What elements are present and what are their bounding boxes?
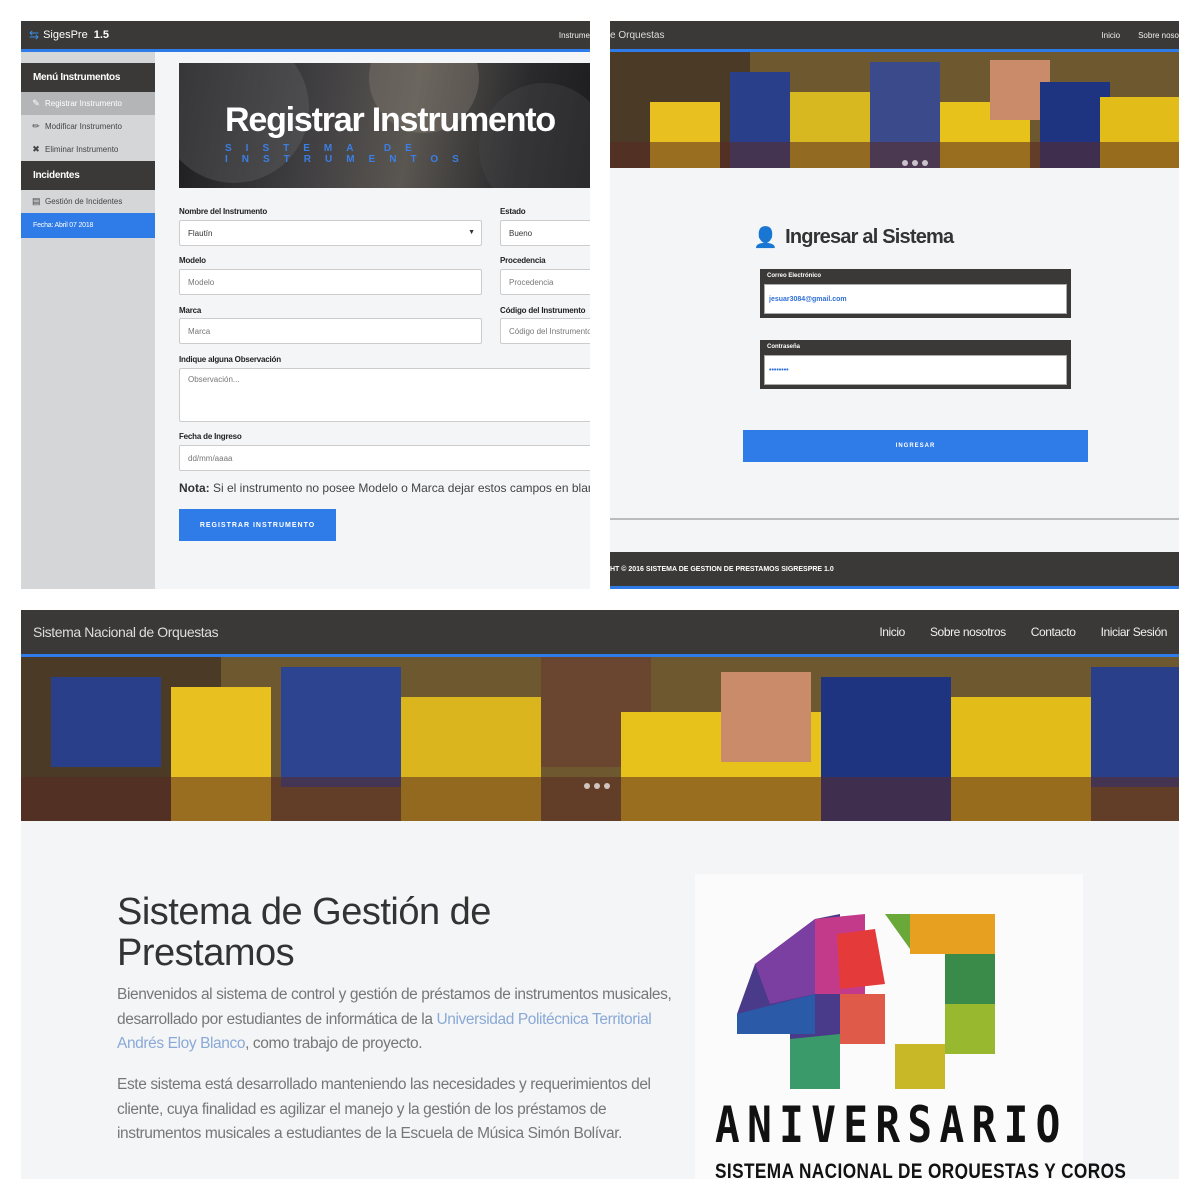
edit-icon: ✎	[32, 98, 40, 108]
x-icon: ✖	[32, 144, 40, 154]
brand-version: 1.5	[93, 29, 109, 41]
login-title-text: Ingresar al Sistema	[785, 226, 954, 248]
brand-name: SigesPre	[43, 29, 88, 41]
state-value: Bueno	[509, 228, 533, 238]
intro-text-b: , como trabajo de proyecto.	[245, 1035, 423, 1052]
state-input[interactable]: Bueno	[500, 220, 590, 246]
sidebar-item-label: Eliminar Instrumento	[45, 145, 119, 154]
carousel-indicators[interactable]	[902, 160, 928, 166]
nav-link-contacto[interactable]: Contacto	[1031, 625, 1076, 639]
aniversario-label: ANIVERSARIO	[715, 1096, 1068, 1154]
caret-down-icon: ▼	[468, 229, 475, 236]
footer: HT © 2016 SISTEMA DE GESTION DE PRESTAMO…	[610, 552, 1179, 589]
password-group: Contraseña ••••••••	[760, 340, 1071, 389]
nav-link-inicio[interactable]: Inicio	[879, 625, 905, 639]
model-input[interactable]: Modelo	[179, 269, 482, 295]
sidebar-item-eliminar[interactable]: ✖ Eliminar Instrumento	[21, 138, 155, 161]
origin-label: Procedencia	[500, 256, 546, 265]
brand[interactable]: e Orquestas	[610, 21, 664, 49]
brand[interactable]: Sistema Nacional de Orquestas	[33, 610, 219, 654]
email-field[interactable]: jesuar3084@gmail.com	[764, 284, 1067, 314]
nav-link-inicio[interactable]: Inicio	[1101, 31, 1120, 40]
user-icon: 👤	[753, 227, 778, 249]
intro-paragraph: Bienvenidos al sistema de control y gest…	[117, 983, 677, 1057]
orchestra-photo	[610, 52, 1179, 168]
note-text: Si el instrumento no posee Modelo o Marc…	[209, 481, 590, 495]
password-label: Contraseña	[767, 344, 801, 350]
sidebar-item-label: Modificar Instrumento	[45, 122, 122, 131]
origin-input[interactable]: Procedencia	[500, 269, 590, 295]
sidebar-item-modificar[interactable]: ✏ Modificar Instrumento	[21, 115, 155, 138]
top-navbar: ⇆ SigesPre 1.5 Instrume	[21, 21, 590, 52]
home-screen: Sistema Nacional de Orquestas Inicio Sob…	[21, 610, 1179, 1179]
email-label: Correo Electrónico	[767, 273, 822, 279]
sidebar-item-label: Registrar Instrumento	[45, 99, 122, 108]
observation-label: Indique alguna Observación	[179, 355, 281, 364]
page-title: Sistema de Gestión de Prestamos	[117, 891, 491, 974]
orchestra-photo	[21, 657, 1179, 821]
date-label: Fecha de Ingreso	[179, 432, 242, 441]
pencil-icon: ✏	[32, 121, 40, 131]
password-field[interactable]: ••••••••	[764, 355, 1067, 385]
observation-placeholder: Observación...	[188, 375, 240, 384]
divider	[610, 518, 1179, 520]
code-label: Código del Instrumento	[500, 306, 586, 315]
sidebar: Menú Instrumentos ✎ Registrar Instrument…	[21, 52, 155, 589]
name-label: Nombre del Instrumento	[179, 207, 268, 216]
brand-input[interactable]: Marca	[179, 318, 482, 344]
login-button[interactable]: INGRESAR	[743, 430, 1088, 462]
origin-placeholder: Procedencia	[509, 277, 554, 287]
code-placeholder: Código del Instrumento	[509, 326, 590, 336]
date-placeholder: dd/mm/aaaa	[188, 453, 233, 463]
nav-link-iniciar-sesion[interactable]: Iniciar Sesión	[1101, 625, 1168, 639]
login-screen: e Orquestas Inicio Sobre noso 👤 Ingresar…	[610, 21, 1179, 589]
register-button[interactable]: REGISTRAR INSTRUMENTO	[179, 509, 336, 541]
date-badge: Fecha: Abril 07 2018	[21, 213, 155, 238]
brand-placeholder: Marca	[188, 326, 211, 336]
model-label: Modelo	[179, 256, 206, 265]
hero-subtitle: SISTEMA DE INSTRUMENTOS	[225, 143, 473, 165]
brand-label: Marca	[179, 306, 202, 315]
state-label: Estado	[500, 207, 526, 216]
top-navbar: e Orquestas Inicio Sobre noso	[610, 21, 1179, 52]
orchestra-banner	[610, 52, 1179, 168]
sidebar-item-label: Gestión de Incidentes	[45, 197, 123, 206]
brand[interactable]: ⇆ SigesPre 1.5	[29, 21, 109, 49]
list-icon: ▤	[32, 196, 41, 206]
select-value: Flautín	[188, 228, 213, 238]
nav-link-instrumentos[interactable]: Instrume	[559, 31, 590, 40]
note-prefix: Nota:	[179, 481, 210, 495]
top-navbar: Sistema Nacional de Orquestas Inicio Sob…	[21, 610, 1179, 657]
logo-subtitle: SISTEMA NACIONAL DE ORQUESTAS Y COROS	[715, 1160, 1127, 1179]
nav-link-sobre-nosotros[interactable]: Sobre nosotros	[930, 625, 1006, 639]
transfer-icon: ⇆	[29, 28, 40, 42]
description-paragraph: Este sistema está desarrollado mantenien…	[117, 1076, 651, 1142]
incidents-header: Incidentes	[21, 161, 155, 190]
sidebar-item-registrar[interactable]: ✎ Registrar Instrumento	[21, 92, 155, 115]
anniversary-logo: ANIVERSARIO SISTEMA NACIONAL DE ORQUESTA…	[695, 874, 1126, 1179]
hero-title: Registrar Instrumento	[225, 101, 556, 139]
menu-header: Menú Instrumentos	[21, 63, 155, 92]
observation-textarea[interactable]: Observación...	[179, 368, 590, 422]
form-note: Nota: Si el instrumento no posee Modelo …	[179, 481, 590, 495]
carousel-indicators[interactable]	[584, 783, 610, 789]
number-41-graphic	[737, 914, 995, 1089]
model-placeholder: Modelo	[188, 277, 215, 287]
orchestra-banner	[21, 657, 1179, 821]
code-input[interactable]: Código del Instrumento	[500, 318, 590, 344]
register-instrument-screen: ⇆ SigesPre 1.5 Instrume Menú Instrumento…	[21, 21, 590, 589]
hero-banner: Registrar Instrumento SISTEMA DE INSTRUM…	[179, 63, 590, 188]
email-group: Correo Electrónico jesuar3084@gmail.com	[760, 269, 1071, 318]
login-title: 👤 Ingresar al Sistema	[753, 225, 954, 250]
instrument-name-select[interactable]: Flautín ▼	[179, 220, 482, 246]
date-input[interactable]: dd/mm/aaaa	[179, 445, 590, 471]
nav-link-sobre-nosotros[interactable]: Sobre noso	[1138, 31, 1179, 40]
sidebar-item-incidentes[interactable]: ▤ Gestión de Incidentes	[21, 190, 155, 213]
